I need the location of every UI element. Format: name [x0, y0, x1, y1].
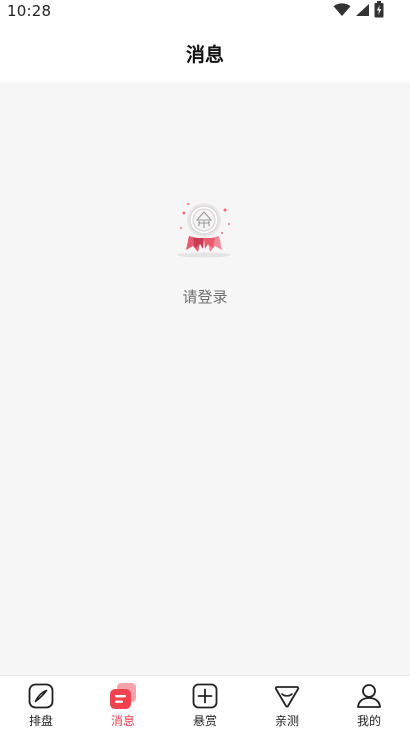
- messages-screen: 10:28 消息 请登录 排盘 消息 悬赏 亲测 我的: [0, 0, 410, 729]
- tab-label: 悬赏: [192, 714, 217, 728]
- empty-state: 请登录: [0, 200, 410, 307]
- battery-icon: [374, 0, 384, 22]
- bottom-tabbar: 排盘 消息 悬赏 亲测 我的: [0, 675, 410, 729]
- tab-tested[interactable]: 亲测: [246, 676, 328, 729]
- plus-square-icon: [191, 682, 219, 710]
- tab-messages[interactable]: 消息: [82, 676, 164, 729]
- page-title: 消息: [185, 43, 224, 66]
- tab-label: 消息: [110, 714, 135, 728]
- message-list-area: 请登录: [0, 82, 410, 675]
- compass-icon: [27, 682, 55, 710]
- status-icons: [333, 0, 384, 22]
- tab-label: 亲测: [274, 714, 299, 728]
- tab-mine[interactable]: 我的: [328, 676, 410, 729]
- shield-heart-icon: [273, 682, 301, 710]
- wifi-icon: [333, 2, 351, 21]
- ribbon-medal-icon: [175, 200, 235, 262]
- tab-reward[interactable]: 悬赏: [164, 676, 246, 729]
- status-time: 10:28: [7, 2, 52, 20]
- header: 消息: [0, 24, 410, 82]
- status-bar: 10:28: [0, 0, 410, 24]
- message-icon: [109, 682, 137, 710]
- signal-icon: [355, 2, 370, 21]
- tab-label: 我的: [356, 714, 381, 728]
- tab-paipan[interactable]: 排盘: [0, 676, 82, 729]
- tab-label: 排盘: [28, 714, 53, 728]
- user-icon: [355, 682, 383, 710]
- login-prompt[interactable]: 请登录: [182, 286, 227, 307]
